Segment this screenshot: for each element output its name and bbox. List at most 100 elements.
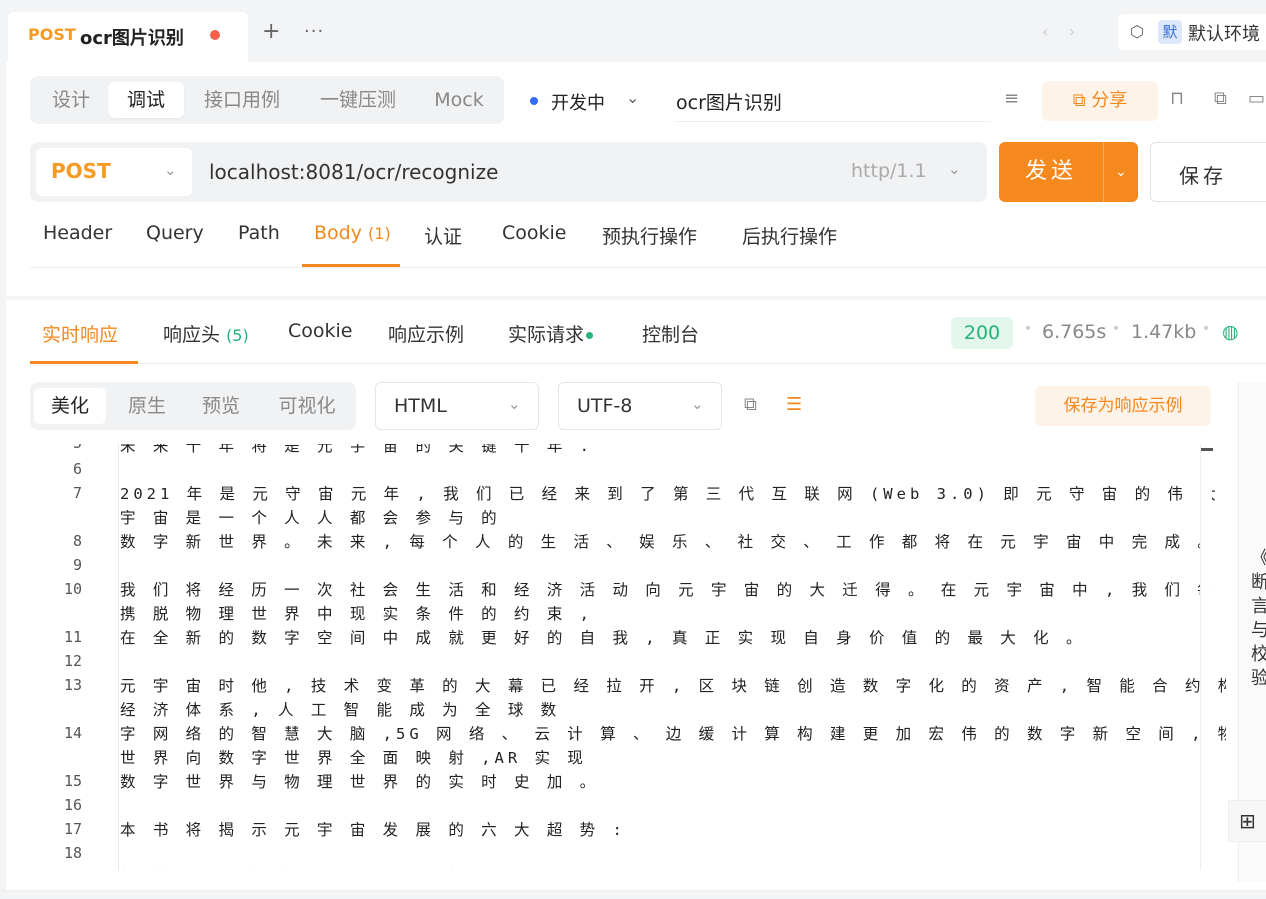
line-number: 17 — [63, 820, 82, 838]
api-name-input[interactable]: ocr图片识别 — [676, 88, 991, 122]
editor-scroll-thumb[interactable] — [1201, 448, 1213, 451]
line-gutter: 5 6 7 8 9 10 11 12 13 14 15 16 17 18 — [30, 444, 90, 870]
view-preview[interactable]: 预览 — [188, 388, 254, 424]
wrap-lines-icon[interactable]: ☰ — [786, 394, 802, 415]
mode-test-cases[interactable]: 接口用例 — [190, 82, 294, 118]
line-number: 15 — [63, 772, 82, 790]
environment-selector[interactable]: ⬡ 默 默认环境 — [1118, 14, 1266, 50]
protocol-value[interactable]: http/1.1 — [851, 160, 927, 182]
view-pretty[interactable]: 美化 — [34, 388, 106, 424]
code-line: 数 字 新 世 界 。 未 来 , 每 个 人 的 生 活 、 娱 乐 、 社 … — [120, 533, 1217, 551]
mode-design[interactable]: 设计 — [38, 82, 104, 118]
tab-path[interactable]: Path — [238, 222, 280, 244]
tab-console[interactable]: 控制台 — [642, 320, 699, 347]
line-number: 16 — [63, 796, 82, 814]
view-raw[interactable]: 原生 — [112, 388, 182, 424]
active-response-tab-underline — [30, 361, 138, 364]
mode-stress-test[interactable]: 一键压测 — [306, 82, 410, 118]
tab-post-script[interactable]: 后执行操作 — [742, 222, 837, 249]
send-button[interactable]: 发送 ⌄ — [999, 142, 1138, 202]
method-chevron-down-icon: ⌄ — [164, 161, 177, 179]
side-panel-char: 验 — [1251, 668, 1266, 689]
request-tab[interactable]: POST ocr图片识别 — [8, 12, 248, 62]
tab-bar: POST ocr图片识别 + ··· ‹ › ⬡ 默 默认环境 — [0, 0, 1266, 62]
tab-body[interactable]: Body (1) — [314, 222, 391, 244]
tab-auth[interactable]: 认证 — [424, 222, 462, 249]
protocol-chevron-down-icon[interactable]: ⌄ — [948, 160, 961, 178]
method-value: POST — [51, 159, 111, 183]
bottom-status-bar — [0, 890, 1266, 899]
status-label[interactable]: 开发中 — [551, 89, 605, 115]
layout-grid-icon: ⊞ — [1239, 809, 1256, 833]
code-line-partial-top: 未 来 十 年 将 是 元 宇 宙 的 关 键 十 年 . — [120, 444, 593, 455]
layout-toggle-icon[interactable]: ⊞ — [1228, 800, 1266, 842]
tab-cookie[interactable]: Cookie — [502, 222, 567, 244]
line-number: 13 — [63, 676, 82, 694]
status-code-badge: 200 — [951, 317, 1013, 349]
share-button[interactable]: ⧉ 分享 — [1042, 81, 1158, 121]
separator-dot: • — [1024, 321, 1033, 337]
line-number: 7 — [72, 484, 82, 502]
line-number: 8 — [72, 532, 82, 550]
tab-response-examples[interactable]: 响应示例 — [388, 320, 464, 347]
environment-badge: 默 — [1158, 20, 1182, 44]
copy-response-icon[interactable]: ⧉ — [744, 394, 757, 415]
edit-list-icon[interactable]: ≡ — [1004, 88, 1019, 109]
response-editor[interactable]: 5 6 7 8 9 10 11 12 13 14 15 16 17 18 未 来 十 年 将 是 元 宇 … — [30, 444, 1226, 870]
format-select[interactable]: HTML ⌄ — [375, 382, 539, 430]
method-select[interactable]: POST ⌄ — [36, 148, 192, 196]
tab-body-label: Body — [314, 222, 362, 244]
editor-scrollbar[interactable] — [1200, 444, 1213, 870]
tab-actual-request[interactable]: 实际请求 — [508, 320, 594, 347]
save-button[interactable]: 保存 — [1150, 142, 1266, 202]
separator-dot: • — [1202, 321, 1211, 337]
mode-mock[interactable]: Mock — [422, 82, 496, 118]
tab-pre-script[interactable]: 预执行操作 — [602, 222, 697, 249]
tab-realtime-response[interactable]: 实时响应 — [42, 320, 118, 347]
mode-debug[interactable]: 调试 — [108, 82, 184, 118]
save-as-example-button[interactable]: 保存为响应示例 — [1035, 386, 1211, 426]
more-tabs-icon[interactable]: ··· — [304, 20, 324, 44]
line-number: 12 — [63, 652, 82, 670]
status-chevron-down-icon[interactable]: ⌄ — [626, 88, 639, 107]
line-number: 6 — [72, 460, 82, 478]
environment-settings-icon[interactable]: ⬡ — [1130, 22, 1144, 41]
tab-response-cookie[interactable]: Cookie — [288, 320, 353, 342]
side-panel-char: 《 — [1251, 544, 1266, 570]
code-line: 在 全 新 的 数 字 空 间 中 成 就 更 好 的 自 我 , 真 正 实 … — [120, 629, 1086, 647]
copy-icon[interactable]: ⧉ — [1214, 88, 1227, 109]
code-line: 2021 年 是 元 守 宙 元 年 , 我 们 已 经 来 到 了 第 三 代… — [120, 485, 1216, 503]
code-line: 世 界 向 数 字 世 界 全 面 映 射 ,AR 实 现 — [120, 749, 587, 767]
share-label: 分享 — [1091, 90, 1128, 111]
line-number: 18 — [63, 844, 82, 862]
tab-nav-arrows-icon[interactable]: ‹ › — [1042, 22, 1075, 41]
view-visualize[interactable]: 可视化 — [264, 388, 350, 424]
active-tab-underline — [302, 264, 400, 267]
unsaved-dot-icon — [210, 30, 220, 40]
tab-query[interactable]: Query — [146, 222, 204, 244]
lock-icon[interactable]: ⊓ — [1170, 88, 1184, 109]
side-panel-char: 与 — [1251, 620, 1266, 641]
code-line: 本 书 将 揭 示 元 宇 宙 发 展 的 六 大 超 势 : — [120, 821, 626, 839]
new-tab-plus-icon[interactable]: + — [262, 20, 280, 44]
save-label: 保存 — [1179, 164, 1227, 188]
tab-response-headers[interactable]: 响应头 (5) — [163, 320, 249, 347]
tab-actual-request-label: 实际请求 — [508, 324, 585, 346]
mode-segment: 设计 调试 接口用例 一键压测 Mock — [30, 76, 504, 124]
line-number: 9 — [72, 556, 82, 574]
separator-dot: • — [1112, 321, 1121, 337]
encoding-select[interactable]: UTF-8 ⌄ — [558, 382, 722, 430]
tab-method: POST — [28, 25, 76, 44]
code-line: 我 们 将 经 历 一 次 社 会 生 活 和 经 济 活 动 向 元 宇 宙 … — [120, 581, 1213, 599]
url-input[interactable]: localhost:8081/ocr/recognize — [209, 160, 498, 184]
line-number: 10 — [63, 580, 82, 598]
code-line: 元 宇 宙 时 他 , 技 术 变 革 的 大 幕 已 经 拉 开 , 区 块 … — [120, 677, 1226, 695]
format-chevron-down-icon: ⌄ — [508, 395, 521, 413]
network-globe-icon[interactable]: ◍ — [1222, 321, 1239, 343]
tab-header[interactable]: Header — [43, 222, 112, 244]
send-chevron-down-icon[interactable]: ⌄ — [1104, 142, 1138, 202]
response-tabs: 实时响应 响应头 (5) Cookie 响应示例 实际请求 控制台 200 • … — [30, 300, 1266, 364]
delete-icon[interactable]: ▭ — [1248, 88, 1265, 109]
status-dot-icon — [530, 97, 538, 105]
side-panel-char: 断 — [1251, 572, 1266, 593]
